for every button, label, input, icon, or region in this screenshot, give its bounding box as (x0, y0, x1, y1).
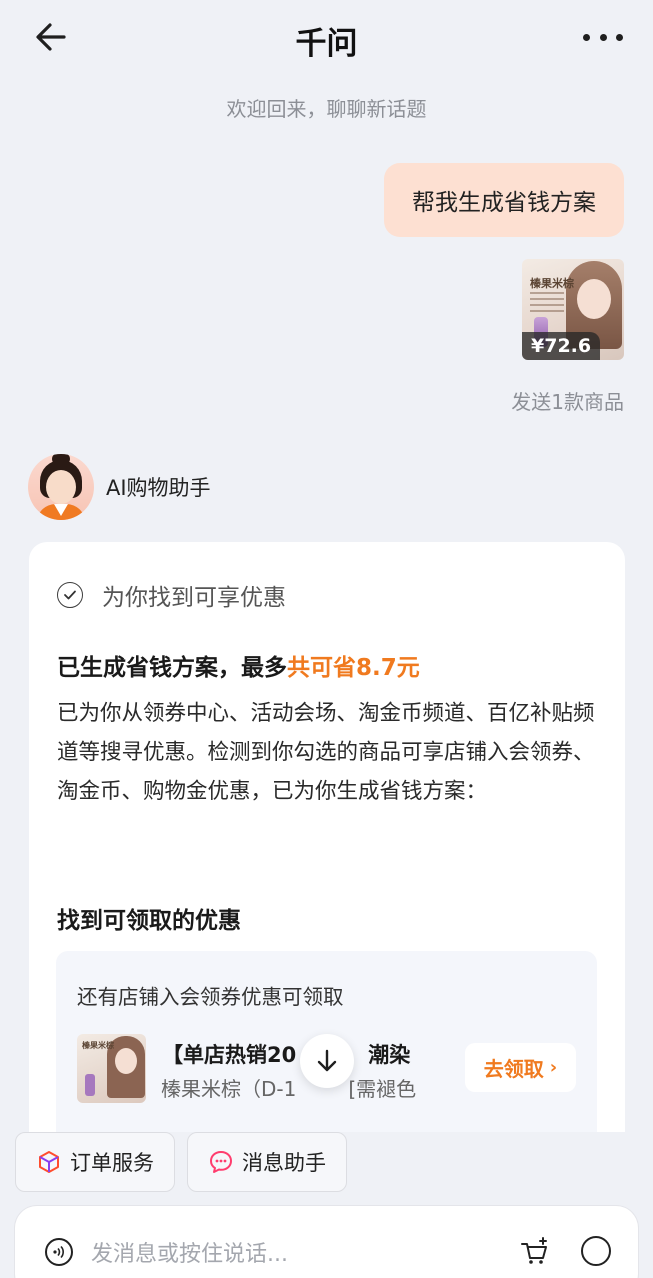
assistant-name: AI购物助手 (106, 476, 211, 500)
found-status-text: 为你找到可享优惠 (102, 585, 286, 611)
sent-product-note: 发送1款商品 (511, 390, 624, 414)
message-assistant-button[interactable]: 消息助手 (187, 1132, 347, 1192)
plan-title: 已生成省钱方案，最多共可省8.7元 (57, 648, 420, 682)
chat-icon (210, 1151, 232, 1173)
voice-icon[interactable] (45, 1238, 73, 1266)
plan-description: 已为你从领券中心、活动会场、淘金币频道、百亿补贴频道等搜寻优惠。检测到你勾选的商… (57, 701, 595, 804)
microphone-icon[interactable] (581, 1236, 611, 1266)
product-logo-text: 榛果米棕 (530, 277, 574, 290)
claim-coupon-button[interactable]: 去领取 › (465, 1043, 576, 1092)
order-service-button[interactable]: 订单服务 (15, 1132, 175, 1192)
coupon-product-name[interactable]: 【单店热销20 潮染 (162, 1039, 410, 1069)
claim-button-label: 去领取 (483, 1057, 544, 1081)
coupon-product-spec-start: 榛果米棕（D-1 (161, 1077, 297, 1101)
coupon-product-spec: 榛果米棕（D-1 [需褪色 (161, 1073, 416, 1102)
box-icon (39, 1151, 59, 1173)
assistant-header: AI购物助手 (28, 453, 211, 521)
assistant-avatar (28, 454, 94, 520)
scroll-down-button[interactable] (300, 1034, 354, 1088)
coupon-product-spec-end: [需褪色 (348, 1077, 417, 1101)
message-input[interactable]: 发消息或按住说话... (91, 1236, 288, 1268)
add-to-cart-icon[interactable] (519, 1236, 551, 1266)
user-message-text: 帮我生成省钱方案 (412, 190, 596, 216)
message-input-bar: 发消息或按住说话... (15, 1206, 638, 1278)
coupon-thumb-logo: 榛果米棕 (82, 1041, 114, 1050)
user-message-bubble: 帮我生成省钱方案 (384, 163, 624, 237)
chevron-right-icon: › (549, 1057, 558, 1078)
coupon-product-thumbnail[interactable]: 榛果米棕 (77, 1034, 146, 1103)
order-service-label: 订单服务 (70, 1151, 154, 1175)
section-title: 找到可领取的优惠 (57, 908, 241, 934)
product-thumbnail[interactable]: 榛果米棕 ¥72.6 (522, 259, 624, 360)
message-assistant-label: 消息助手 (242, 1151, 326, 1175)
plan-title-prefix: 已生成省钱方案，最多 (57, 655, 287, 681)
found-status: 为你找到可享优惠 (57, 578, 286, 612)
coupon-product-name-start: 【单店热销20 (162, 1043, 297, 1067)
check-circle-icon (57, 582, 83, 608)
arrow-down-icon (317, 1049, 337, 1072)
more-options-icon[interactable] (583, 22, 623, 52)
product-price: ¥72.6 (522, 332, 601, 360)
quick-actions: 订单服务 消息助手 (15, 1132, 347, 1192)
plan-title-highlight: 共可省8.7元 (287, 655, 420, 681)
page-title: 千问 (295, 26, 358, 62)
header: 千问 (0, 0, 653, 78)
coupon-product-name-end: 潮染 (368, 1043, 411, 1067)
welcome-text: 欢迎回来，聊聊新话题 (226, 97, 427, 121)
coupon-heading: 还有店铺入会领券优惠可领取 (77, 985, 344, 1009)
